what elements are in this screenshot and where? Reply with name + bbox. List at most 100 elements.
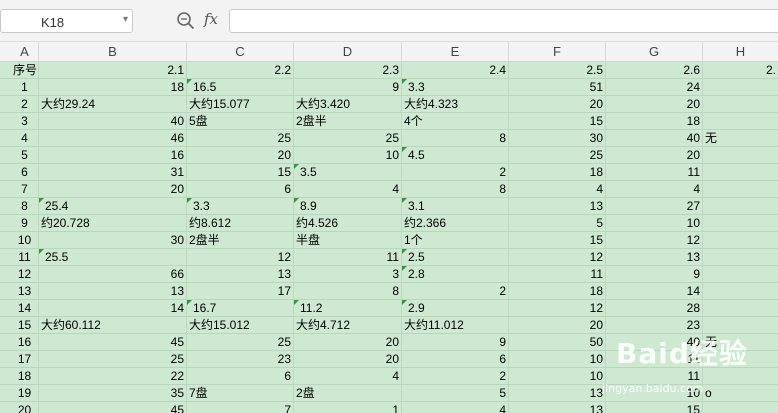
row-header[interactable] bbox=[0, 317, 11, 334]
cell-h13[interactable] bbox=[703, 266, 778, 283]
cell-d1[interactable]: 2.3 bbox=[294, 62, 402, 79]
cell-g8[interactable]: 4 bbox=[606, 181, 703, 198]
cell-e21[interactable]: 4 bbox=[402, 402, 509, 413]
cell-e11[interactable]: 1个 bbox=[402, 232, 509, 249]
column-header-h[interactable]: H bbox=[703, 42, 778, 62]
cell-f12[interactable]: 12 bbox=[509, 249, 606, 266]
cell-g7[interactable]: 11 bbox=[606, 164, 703, 181]
cell-e2[interactable]: 3.3 bbox=[402, 79, 509, 96]
cell-d15[interactable]: 11.2 bbox=[294, 300, 402, 317]
cell-h21[interactable] bbox=[703, 402, 778, 413]
cell-a21[interactable]: 20 bbox=[11, 402, 39, 413]
cell-d8[interactable]: 4 bbox=[294, 181, 402, 198]
cell-g3[interactable]: 20 bbox=[606, 96, 703, 113]
row-header[interactable] bbox=[0, 181, 11, 198]
cell-g18[interactable]: 11 bbox=[606, 351, 703, 368]
cell-g9[interactable]: 27 bbox=[606, 198, 703, 215]
cell-c1[interactable]: 2.2 bbox=[187, 62, 294, 79]
cell-f18[interactable]: 10 bbox=[509, 351, 606, 368]
cell-g14[interactable]: 14 bbox=[606, 283, 703, 300]
cell-g16[interactable]: 23 bbox=[606, 317, 703, 334]
cell-b14[interactable]: 13 bbox=[39, 283, 187, 300]
cell-b18[interactable]: 25 bbox=[39, 351, 187, 368]
cell-h20[interactable]: o bbox=[703, 385, 778, 402]
cell-c7[interactable]: 15 bbox=[187, 164, 294, 181]
row-header[interactable] bbox=[0, 96, 11, 113]
cell-b6[interactable]: 16 bbox=[39, 147, 187, 164]
cell-b21[interactable]: 45 bbox=[39, 402, 187, 413]
cell-h11[interactable] bbox=[703, 232, 778, 249]
cell-e20[interactable]: 5 bbox=[402, 385, 509, 402]
cell-h10[interactable] bbox=[703, 215, 778, 232]
cell-a17[interactable]: 16 bbox=[11, 334, 39, 351]
cell-e1[interactable]: 2.4 bbox=[402, 62, 509, 79]
cell-c9[interactable]: 3.3 bbox=[187, 198, 294, 215]
cell-a8[interactable]: 7 bbox=[11, 181, 39, 198]
cell-f4[interactable]: 15 bbox=[509, 113, 606, 130]
row-header[interactable] bbox=[0, 113, 11, 130]
row-header[interactable] bbox=[0, 300, 11, 317]
cell-a20[interactable]: 19 bbox=[11, 385, 39, 402]
cell-a9[interactable]: 8 bbox=[11, 198, 39, 215]
cell-g13[interactable]: 9 bbox=[606, 266, 703, 283]
cell-f17[interactable]: 50 bbox=[509, 334, 606, 351]
cell-c15[interactable]: 16.7 bbox=[187, 300, 294, 317]
cell-b3[interactable]: 大约29.24 bbox=[39, 96, 187, 113]
cell-d12[interactable]: 11 bbox=[294, 249, 402, 266]
cell-g10[interactable]: 10 bbox=[606, 215, 703, 232]
cell-b19[interactable]: 22 bbox=[39, 368, 187, 385]
cell-c10[interactable]: 约8.612 bbox=[187, 215, 294, 232]
cell-a12[interactable]: 11 bbox=[11, 249, 39, 266]
column-header-d[interactable]: D bbox=[294, 42, 402, 62]
cell-f11[interactable]: 15 bbox=[509, 232, 606, 249]
cell-d11[interactable]: 半盘 bbox=[294, 232, 402, 249]
cell-h5[interactable]: 无 bbox=[703, 130, 778, 147]
cell-d7[interactable]: 3.5 bbox=[294, 164, 402, 181]
cell-h15[interactable] bbox=[703, 300, 778, 317]
cell-b16[interactable]: 大约60.112 bbox=[39, 317, 187, 334]
cell-d18[interactable]: 20 bbox=[294, 351, 402, 368]
cell-f1[interactable]: 2.5 bbox=[509, 62, 606, 79]
zoom-icon[interactable] bbox=[176, 11, 196, 31]
cell-b2[interactable]: 18 bbox=[39, 79, 187, 96]
row-header[interactable] bbox=[0, 62, 11, 79]
cell-b15[interactable]: 14 bbox=[39, 300, 187, 317]
cell-a1[interactable]: 序号 bbox=[11, 62, 39, 79]
cell-d9[interactable]: 8.9 bbox=[294, 198, 402, 215]
cell-c2[interactable]: 16.5 bbox=[187, 79, 294, 96]
cell-c3[interactable]: 大约15.077 bbox=[187, 96, 294, 113]
cell-a15[interactable]: 14 bbox=[11, 300, 39, 317]
cell-f16[interactable]: 20 bbox=[509, 317, 606, 334]
cell-b12[interactable]: 25.5 bbox=[39, 249, 187, 266]
cell-f14[interactable]: 18 bbox=[509, 283, 606, 300]
cell-c14[interactable]: 17 bbox=[187, 283, 294, 300]
cell-g2[interactable]: 24 bbox=[606, 79, 703, 96]
cell-g11[interactable]: 12 bbox=[606, 232, 703, 249]
cell-d13[interactable]: 3 bbox=[294, 266, 402, 283]
cell-e18[interactable]: 6 bbox=[402, 351, 509, 368]
cell-d10[interactable]: 约4.526 bbox=[294, 215, 402, 232]
cell-f20[interactable]: 13 bbox=[509, 385, 606, 402]
cell-f21[interactable]: 13 bbox=[509, 402, 606, 413]
cell-e17[interactable]: 9 bbox=[402, 334, 509, 351]
cell-h6[interactable] bbox=[703, 147, 778, 164]
cell-d17[interactable]: 20 bbox=[294, 334, 402, 351]
cell-d2[interactable]: 9 bbox=[294, 79, 402, 96]
cell-h9[interactable] bbox=[703, 198, 778, 215]
cell-c20[interactable]: 7盘 bbox=[187, 385, 294, 402]
cell-e9[interactable]: 3.1 bbox=[402, 198, 509, 215]
cell-g4[interactable]: 18 bbox=[606, 113, 703, 130]
cell-h19[interactable] bbox=[703, 368, 778, 385]
row-header[interactable] bbox=[0, 385, 11, 402]
cell-h17[interactable]: 无 bbox=[703, 334, 778, 351]
cell-h14[interactable] bbox=[703, 283, 778, 300]
cell-f6[interactable]: 25 bbox=[509, 147, 606, 164]
cell-g6[interactable]: 20 bbox=[606, 147, 703, 164]
cell-d14[interactable]: 8 bbox=[294, 283, 402, 300]
cell-a3[interactable]: 2 bbox=[11, 96, 39, 113]
chevron-down-icon[interactable]: ▾ bbox=[123, 14, 128, 25]
row-header[interactable] bbox=[0, 215, 11, 232]
cell-a6[interactable]: 5 bbox=[11, 147, 39, 164]
cell-c11[interactable]: 2盘半 bbox=[187, 232, 294, 249]
cell-c13[interactable]: 13 bbox=[187, 266, 294, 283]
